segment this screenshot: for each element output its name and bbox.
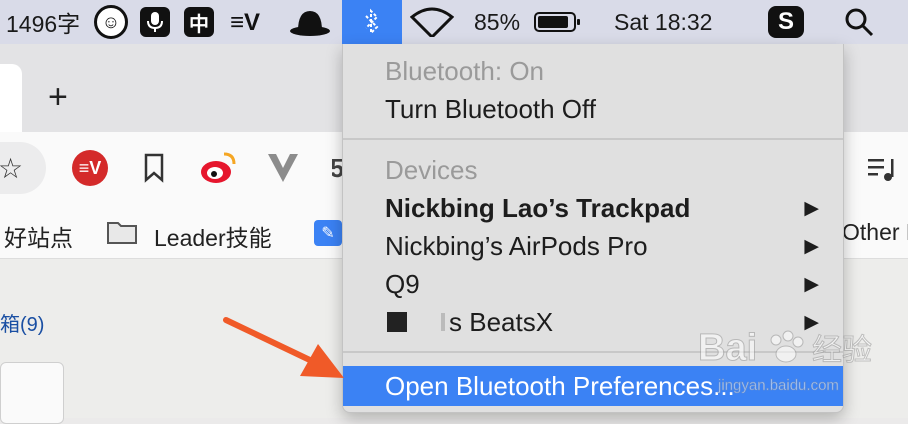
baidu-brand-2: 经验: [812, 333, 872, 368]
baidu-paw-icon: Bai 经验 jingyan.baidu.com: [698, 327, 873, 395]
baidu-url: jingyan.baidu.com: [717, 377, 839, 394]
baidu-brand: Bai: [698, 327, 757, 369]
baidu-watermark: Bai 经验 jingyan.baidu.com: [698, 318, 898, 413]
